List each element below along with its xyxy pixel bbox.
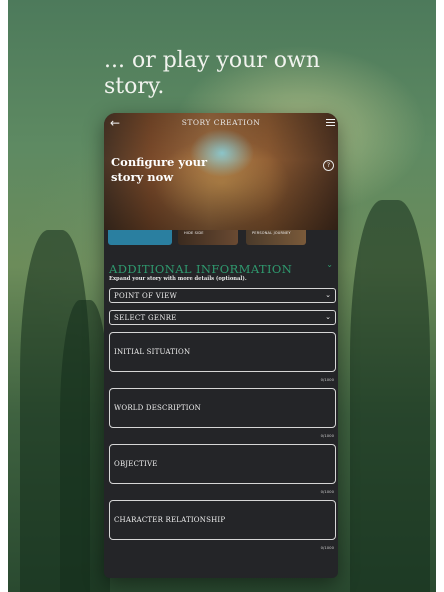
section-title: ADDITIONAL INFORMATION [109,262,293,276]
field-label: WORLD DESCRIPTION [114,404,202,412]
promo-headline: ... or play your own story. [104,48,320,99]
chevron-down-icon: ⌄ [325,291,331,299]
chevron-down-icon[interactable]: ⌄ [326,260,333,269]
top-bar: ← STORY CREATION [104,113,338,133]
story-card-hide-side[interactable]: HIDE SIDE [178,230,238,245]
hero-title: Configure your story now [111,155,208,184]
frame-edge-left [0,0,8,592]
background-tree [350,200,430,592]
background-tree [60,300,110,592]
chevron-down-icon: ⌄ [325,313,331,321]
point-of-view-select[interactable]: POINT OF VIEW ⌄ [109,288,336,303]
story-card-personal-journey[interactable]: PERSONAL JOURNEY [246,230,306,245]
story-card-label: PERSONAL JOURNEY [252,231,291,235]
genre-select[interactable]: SELECT GENRE ⌄ [109,310,336,325]
section-subtitle: Expand your story with more details (opt… [109,276,247,282]
char-counter: 0/1000 [320,489,334,494]
initial-situation-field[interactable]: INITIAL SITUATION [109,332,336,372]
character-relationship-field[interactable]: CHARACTER RELATIONSHIP [109,500,336,540]
field-label: INITIAL SITUATION [114,348,191,356]
field-label: OBJECTIVE [114,460,158,468]
additional-info-header[interactable]: ADDITIONAL INFORMATION ⌄ [109,258,334,276]
char-counter: 0/1000 [320,377,334,382]
menu-icon[interactable] [326,119,335,127]
story-card-tabs: HIDE SIDE PERSONAL JOURNEY [108,230,338,246]
select-value: POINT OF VIEW [114,292,178,300]
world-description-field[interactable]: WORLD DESCRIPTION [109,388,336,428]
frame-edge-right [436,0,444,592]
select-value: SELECT GENRE [114,314,177,322]
story-card-selected[interactable] [108,230,172,245]
phone-screen: ← STORY CREATION Configure your story no… [104,113,338,578]
char-counter: 0/1000 [320,545,334,550]
objective-field[interactable]: OBJECTIVE [109,444,336,484]
story-card-label: HIDE SIDE [184,231,204,235]
help-icon[interactable]: ? [323,160,334,171]
field-label: CHARACTER RELATIONSHIP [114,516,226,524]
char-counter: 0/1000 [320,433,334,438]
screen-title: STORY CREATION [181,118,261,127]
